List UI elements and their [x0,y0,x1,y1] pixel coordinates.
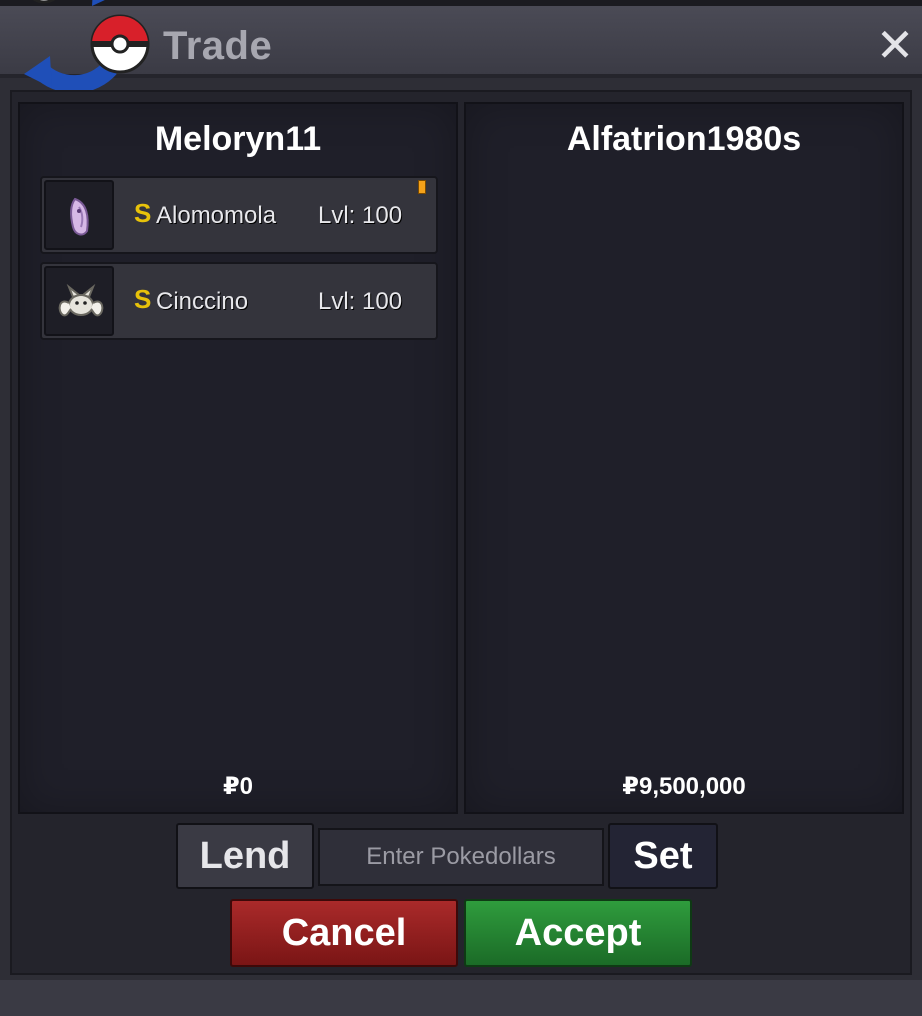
trade-window: Trade ✕ Meloryn11 S Alomomola Lvl: 100 S… [0,0,922,1016]
alomomola-icon [70,197,89,236]
shiny-badge: S [134,284,152,314]
pokemon-icon-frame [44,266,114,336]
close-button[interactable]: ✕ [872,22,918,68]
my-player-name: Meloryn11 [154,120,322,158]
cinccino-icon [58,283,104,317]
window-bottom-edge [0,980,922,1016]
held-item-icon [418,180,426,194]
my-money-offer: ₽0 [222,773,254,800]
pokemon-level: Lvl: 100 [318,288,403,315]
lend-button[interactable]: Lend [176,823,314,889]
cancel-button[interactable]: Cancel [230,899,458,967]
pokemon-name: Cinccino [156,288,249,315]
offered-pokemon-row[interactable]: S Cinccino Lvl: 100 [40,262,438,340]
partner-offer-panel: Alfatrion1980s ₽9,500,000 [464,102,904,814]
trade-pokeball-arrows-icon [24,0,150,94]
partner-money-offer: ₽9,500,000 [622,773,746,800]
set-money-button[interactable]: Set [608,823,718,889]
pokemon-level: Lvl: 100 [318,202,403,229]
accept-button[interactable]: Accept [464,899,692,967]
pokemon-name: Alomomola [156,202,277,229]
my-offer-panel: Meloryn11 S Alomomola Lvl: 100 S Cinccin… [18,102,458,814]
offered-pokemon-row[interactable]: S Alomomola Lvl: 100 [40,176,438,254]
window-title: Trade [163,24,273,68]
partner-player-name: Alfatrion1980s [566,120,802,158]
pokemon-icon-frame [44,180,114,250]
shiny-badge: S [134,198,152,228]
pokedollars-input[interactable] [318,828,604,886]
